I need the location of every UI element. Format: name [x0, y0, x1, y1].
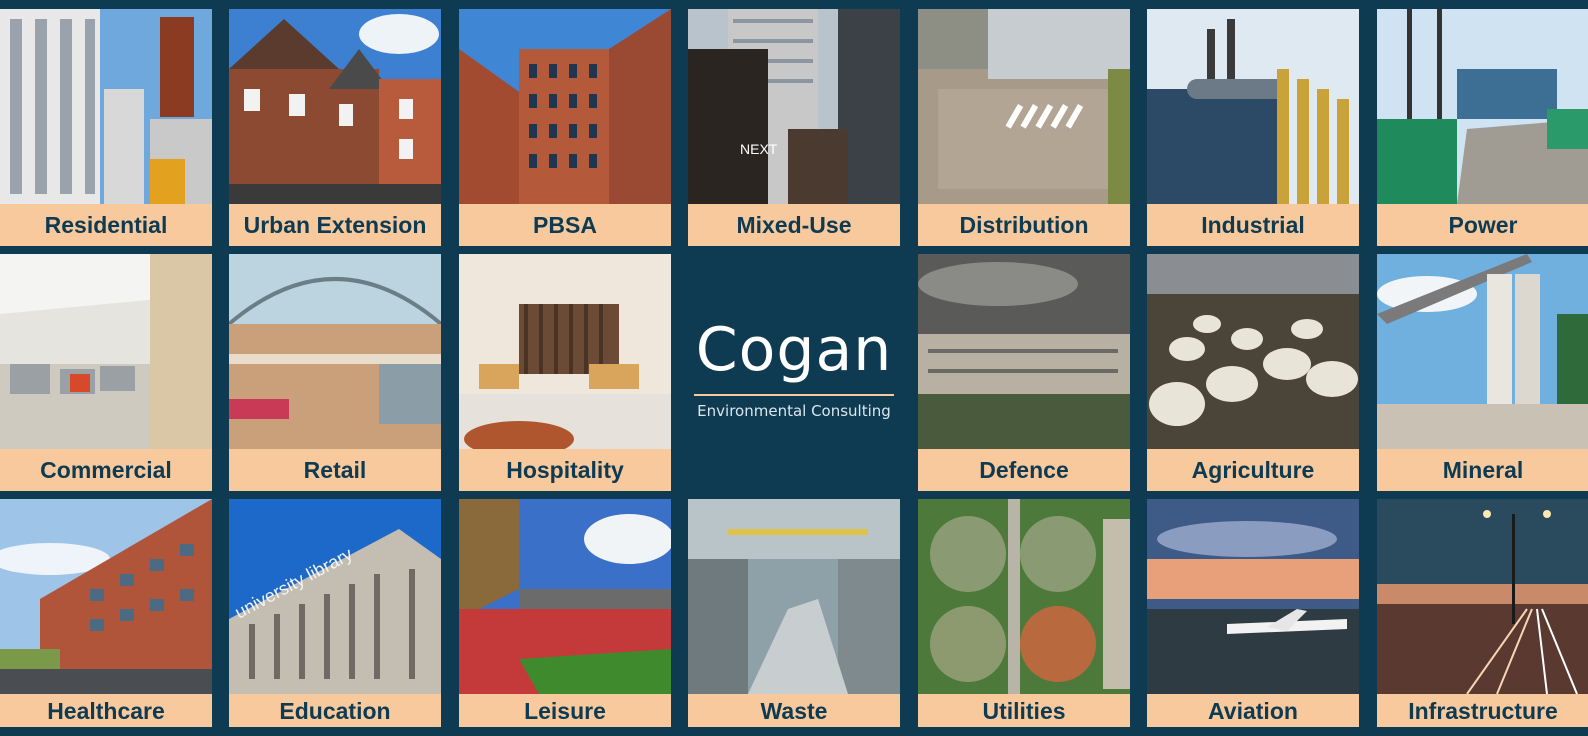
sector-tile-retail[interactable]: Retail [229, 254, 441, 491]
sector-label: Commercial [0, 449, 212, 491]
sector-tile-power[interactable]: Power [1377, 9, 1588, 246]
sector-label: Urban Extension [229, 204, 441, 246]
sector-tile-healthcare[interactable]: Healthcare [0, 499, 212, 736]
waste-photo [688, 499, 900, 694]
sector-label: Distribution [918, 204, 1130, 246]
leisure-photo [459, 499, 671, 694]
industrial-photo [1147, 9, 1359, 204]
mixed-use-photo: NEXT [688, 9, 900, 204]
retail-photo [229, 254, 441, 449]
sector-tile-leisure[interactable]: Leisure [459, 499, 671, 736]
infrastructure-photo [1377, 499, 1588, 694]
agriculture-photo [1147, 254, 1359, 449]
sector-label: Residential [0, 204, 212, 246]
logo-divider [694, 394, 894, 396]
sector-tile-distribution[interactable]: Distribution [918, 9, 1130, 246]
sector-tile-aviation[interactable]: Aviation [1147, 499, 1359, 736]
sector-label: Retail [229, 449, 441, 491]
sector-tile-agriculture[interactable]: Agriculture [1147, 254, 1359, 491]
sector-tile-residential[interactable]: Residential [0, 9, 212, 246]
sector-label: Aviation [1147, 694, 1359, 727]
healthcare-photo [0, 499, 212, 694]
sector-tile-waste[interactable]: Waste [688, 499, 900, 736]
sector-tile-pbsa[interactable]: PBSA [459, 9, 671, 246]
logo-tagline: Environmental Consulting [697, 402, 891, 420]
sector-tile-urban-extension[interactable]: Urban Extension [229, 9, 441, 246]
sector-label: Utilities [918, 694, 1130, 727]
sector-tile-hospitality[interactable]: Hospitality [459, 254, 671, 491]
power-photo [1377, 9, 1588, 204]
residential-photo [0, 9, 212, 204]
sector-label: Industrial [1147, 204, 1359, 246]
commercial-photo [0, 254, 212, 449]
sector-label: Agriculture [1147, 449, 1359, 491]
pbsa-photo [459, 9, 671, 204]
sector-tile-mineral[interactable]: Mineral [1377, 254, 1588, 491]
defence-photo [918, 254, 1130, 449]
sector-label: Defence [918, 449, 1130, 491]
urban-extension-photo [229, 9, 441, 204]
sector-label: Mixed-Use [688, 204, 900, 246]
education-photo: university library [229, 499, 441, 694]
hospitality-photo [459, 254, 671, 449]
sector-label: Healthcare [0, 694, 212, 727]
svg-text:NEXT: NEXT [740, 141, 778, 157]
sector-tile-commercial[interactable]: Commercial [0, 254, 212, 491]
sector-label: Power [1377, 204, 1588, 246]
sector-label: Hospitality [459, 449, 671, 491]
sector-label: PBSA [459, 204, 671, 246]
sector-label: Mineral [1377, 449, 1588, 491]
company-logo: Cogan Environmental Consulting [688, 254, 900, 490]
sector-label: Waste [688, 694, 900, 727]
sector-tile-infrastructure[interactable]: Infrastructure [1377, 499, 1588, 736]
aviation-photo [1147, 499, 1359, 694]
utilities-photo [918, 499, 1130, 694]
distribution-photo [918, 9, 1130, 204]
sector-label: Education [229, 694, 441, 727]
sector-tile-industrial[interactable]: Industrial [1147, 9, 1359, 246]
sector-tile-education[interactable]: university library Education [229, 499, 441, 736]
logo-wordmark: Cogan [695, 315, 893, 385]
mineral-photo [1377, 254, 1588, 449]
sector-label: Infrastructure [1377, 694, 1588, 727]
sector-tile-defence[interactable]: Defence [918, 254, 1130, 491]
sector-tile-utilities[interactable]: Utilities [918, 499, 1130, 736]
sector-label: Leisure [459, 694, 671, 727]
sector-tile-mixed-use[interactable]: NEXT Mixed-Use [688, 9, 900, 246]
